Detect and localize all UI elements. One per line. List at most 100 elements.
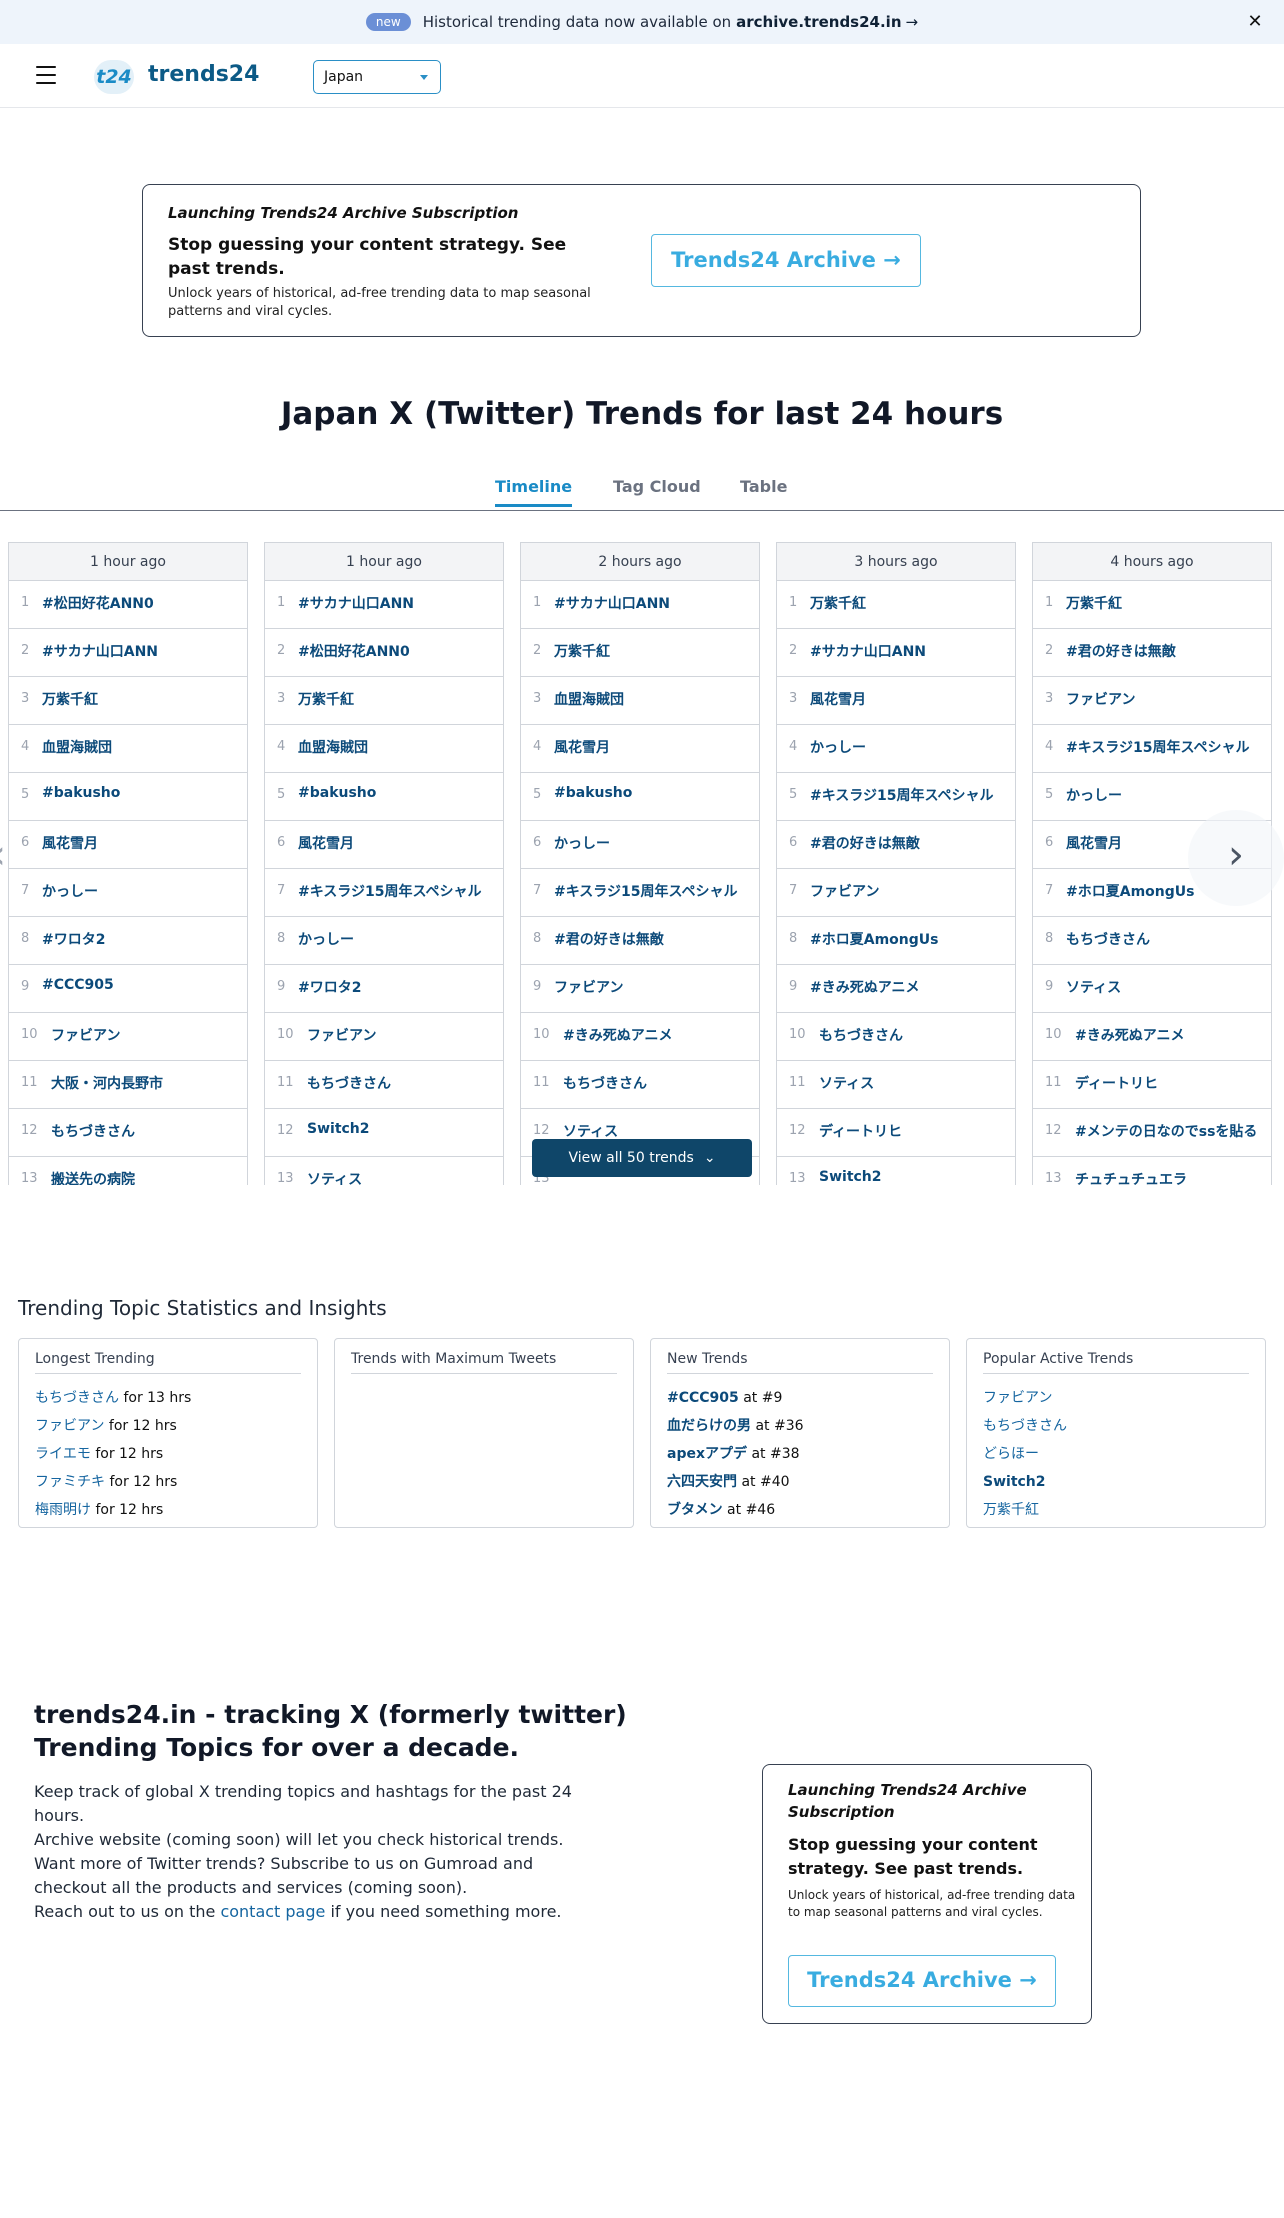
trend-link[interactable]: #君の好きは無敵 (1066, 641, 1176, 661)
trend-link[interactable]: チュチュチュエラ (1075, 1169, 1187, 1185)
insight-trend-link[interactable]: もちづきさん (35, 1390, 119, 1406)
insight-trend-link[interactable]: ファビアン (35, 1418, 104, 1434)
trend-link[interactable]: #松田好花ANN0 (298, 641, 410, 661)
insight-trend-link[interactable]: ブタメン (667, 1502, 723, 1518)
trend-link[interactable]: ファビアン (307, 1025, 376, 1045)
trend-link[interactable]: 血盟海賊団 (298, 737, 368, 757)
tab-table[interactable]: Table (740, 477, 787, 504)
trend-link[interactable]: かっしー (298, 929, 354, 949)
trend-link[interactable]: #メンテの日なのでssを貼る (1075, 1121, 1257, 1141)
trend-link[interactable]: #bakusho (554, 785, 632, 801)
insight-trend-link[interactable]: もちづきさん (983, 1418, 1067, 1434)
trend-row: 7 ファビアン (777, 869, 1015, 917)
trend-link[interactable]: Switch2 (819, 1169, 882, 1185)
trend-link[interactable]: ファビアン (51, 1025, 120, 1045)
trend-link[interactable]: #サカナ山口ANN (42, 641, 158, 661)
tab-timeline[interactable]: Timeline (495, 477, 573, 507)
trend-row: 13 搬送先の病院 (9, 1157, 247, 1185)
hamburger-menu-icon[interactable] (36, 66, 60, 86)
trend-link[interactable]: ファビアン (554, 977, 623, 997)
insight-trend-link[interactable]: ファビアン (983, 1390, 1052, 1406)
trend-link[interactable]: ソティス (563, 1121, 618, 1141)
trend-link[interactable]: #君の好きは無敵 (810, 833, 920, 853)
trend-link[interactable]: ソティス (307, 1169, 362, 1185)
trend-link[interactable]: 万紫千紅 (42, 689, 98, 709)
trend-link[interactable]: 風花雪月 (42, 833, 98, 853)
insight-trend-link[interactable]: 梅雨明け (35, 1502, 91, 1518)
trend-link[interactable]: 搬送先の病院 (51, 1169, 135, 1185)
insight-suffix: at #40 (737, 1474, 790, 1490)
trend-link[interactable]: #bakusho (42, 785, 120, 801)
country-select[interactable]: Japan (313, 60, 441, 94)
contact-page-link[interactable]: contact page (220, 1902, 325, 1921)
insight-trend-link[interactable]: ファミチキ (35, 1474, 105, 1490)
trend-link[interactable]: #サカナ山口ANN (298, 593, 414, 613)
view-all-trends-button[interactable]: View all 50 trends ⌄ (532, 1139, 752, 1177)
trend-link[interactable]: かっしー (42, 881, 98, 901)
trend-link[interactable]: かっしー (1066, 785, 1122, 805)
logo-text[interactable]: trends24 (148, 62, 259, 87)
insight-trend-link[interactable]: Switch2 (983, 1474, 1046, 1490)
trend-link[interactable]: もちづきさん (307, 1073, 391, 1093)
close-icon[interactable]: ✕ (1242, 9, 1268, 35)
trend-link[interactable]: もちづきさん (51, 1121, 135, 1141)
card-list: もちづきさん for 13 hrs ファビアン for 12 hrs ライエモ fo… (35, 1384, 191, 1524)
trend-link[interactable]: 大阪・河内長野市 (51, 1073, 163, 1093)
trend-link[interactable]: もちづきさん (819, 1025, 903, 1045)
trend-link[interactable]: #ワロタ2 (42, 929, 105, 949)
trend-link[interactable]: #キスラジ15周年スペシャル (298, 881, 482, 901)
insight-trend-link[interactable]: どらほー (983, 1446, 1039, 1462)
trend-link[interactable]: 風花雪月 (298, 833, 354, 853)
trend-link[interactable]: 風花雪月 (1066, 833, 1122, 853)
trend-link[interactable]: Switch2 (307, 1121, 370, 1137)
insight-trend-link[interactable]: 万紫千紅 (983, 1502, 1039, 1518)
trend-link[interactable]: #ホロ夏AmongUs (810, 929, 938, 949)
trend-link[interactable]: #君の好きは無敵 (554, 929, 664, 949)
trend-link[interactable]: #キスラジ15周年スペシャル (810, 785, 994, 805)
trend-link[interactable]: 万紫千紅 (298, 689, 354, 709)
trend-link[interactable]: ディートリヒ (1075, 1073, 1158, 1093)
trend-link[interactable]: 風花雪月 (554, 737, 610, 757)
trend-link[interactable]: かっしー (554, 833, 610, 853)
trend-link[interactable]: #きみ死ぬアニメ (563, 1025, 672, 1045)
archive-link[interactable]: archive.trends24.in (736, 13, 901, 31)
logo-icon[interactable]: t24 (94, 60, 134, 94)
archive-cta-button[interactable]: Trends24 Archive → (651, 234, 921, 287)
trend-link[interactable]: もちづきさん (563, 1073, 647, 1093)
trend-link[interactable]: #きみ死ぬアニメ (810, 977, 919, 997)
trend-link[interactable]: #サカナ山口ANN (810, 641, 926, 661)
insight-trend-link[interactable]: 血だらけの男 (667, 1418, 751, 1434)
trend-link[interactable]: #CCC905 (42, 977, 114, 993)
trend-link[interactable]: #きみ死ぬアニメ (1075, 1025, 1184, 1045)
trend-link[interactable]: #松田好花ANN0 (42, 593, 154, 613)
insight-trend-link[interactable]: ライエモ (35, 1446, 91, 1462)
trend-link[interactable]: #キスラジ15周年スペシャル (1066, 737, 1250, 757)
archive-cta-button[interactable]: Trends24 Archive → (788, 1955, 1056, 2007)
trend-link[interactable]: 血盟海賊団 (42, 737, 112, 757)
carousel-next-button[interactable]: › (1188, 810, 1284, 906)
trend-link[interactable]: ファビアン (1066, 689, 1135, 709)
trend-link[interactable]: ソティス (819, 1073, 874, 1093)
trend-link[interactable]: ファビアン (810, 881, 879, 901)
trend-link[interactable]: 万紫千紅 (810, 593, 866, 613)
trend-link[interactable]: ソティス (1066, 977, 1121, 997)
trend-rank: 2 (533, 643, 542, 658)
trend-link[interactable]: #キスラジ15周年スペシャル (554, 881, 738, 901)
trend-rank: 7 (533, 883, 542, 898)
trend-link[interactable]: 風花雪月 (810, 689, 866, 709)
trend-link[interactable]: #ホロ夏AmongUs (1066, 881, 1194, 901)
tab-tag-cloud[interactable]: Tag Cloud (613, 477, 701, 504)
trend-link[interactable]: 万紫千紅 (1066, 593, 1122, 613)
trend-link[interactable]: かっしー (810, 737, 866, 757)
insight-trend-link[interactable]: #CCC905 (667, 1390, 739, 1406)
trend-link[interactable]: もちづきさん (1066, 929, 1150, 949)
insight-trend-link[interactable]: apexアプデ (667, 1446, 747, 1462)
trend-link[interactable]: ディートリヒ (819, 1121, 902, 1141)
trend-link[interactable]: #bakusho (298, 785, 376, 801)
trend-link[interactable]: #サカナ山口ANN (554, 593, 670, 613)
trend-link[interactable]: 血盟海賊団 (554, 689, 624, 709)
insight-trend-link[interactable]: 六四天安門 (667, 1474, 737, 1490)
trend-link[interactable]: 万紫千紅 (554, 641, 610, 661)
trend-link[interactable]: #ワロタ2 (298, 977, 361, 997)
trend-row: 9 ファビアン (521, 965, 759, 1013)
